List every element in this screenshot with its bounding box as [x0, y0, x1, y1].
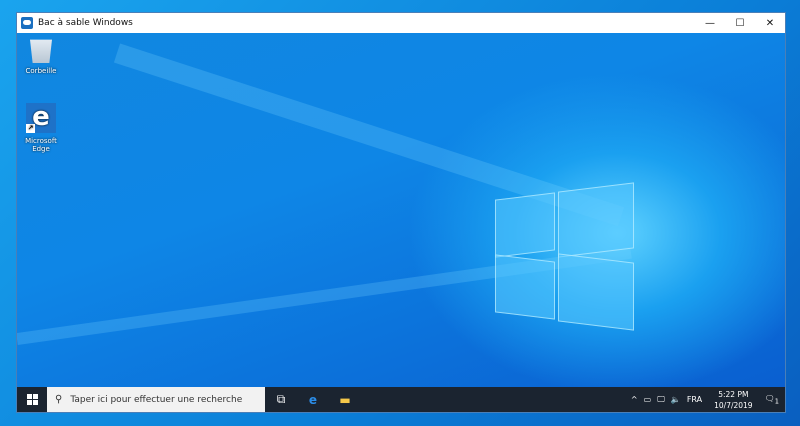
- clock-time: 5:22 PM: [718, 389, 749, 399]
- notification-count: 1: [774, 397, 779, 406]
- minimize-button[interactable]: —: [695, 18, 725, 29]
- recycle-bin-icon: [30, 39, 52, 63]
- search-box[interactable]: ⚲ Taper ici pour effectuer une recherche: [47, 387, 265, 412]
- windows-logo-pane: [495, 192, 555, 258]
- task-view-button[interactable]: ⧉: [265, 392, 297, 407]
- title-bar[interactable]: Bac à sable Windows — ☐ ✕: [17, 13, 785, 33]
- volume-icon[interactable]: 🔈: [671, 395, 681, 404]
- search-placeholder: Taper ici pour effectuer une recherche: [70, 394, 243, 405]
- windows-logo-pane: [558, 253, 634, 331]
- edge-icon: e ↗: [26, 103, 56, 133]
- start-button[interactable]: [17, 387, 47, 412]
- notification-center-icon[interactable]: 🗨1: [765, 394, 779, 406]
- search-icon: ⚲: [55, 394, 63, 405]
- show-hidden-icons-button[interactable]: ^: [631, 395, 638, 404]
- taskbar: ⚲ Taper ici pour effectuer une recherche …: [17, 387, 785, 412]
- maximize-button[interactable]: ☐: [725, 18, 755, 29]
- desktop-icon-label: Corbeille: [25, 67, 57, 75]
- window-title: Bac à sable Windows: [38, 18, 133, 28]
- desktop-icon-edge[interactable]: e ↗ Microsoft Edge: [21, 103, 61, 153]
- desktop-icon-label: Microsoft Edge: [25, 137, 57, 153]
- windows-logo-pane: [495, 254, 555, 320]
- network-icon[interactable]: 🖵: [657, 395, 665, 405]
- desktop-icon-recycle-bin[interactable]: Corbeille: [21, 37, 61, 75]
- shortcut-arrow-icon: ↗: [26, 124, 35, 133]
- close-button[interactable]: ✕: [755, 18, 785, 29]
- battery-icon[interactable]: ▭: [644, 395, 652, 404]
- clock[interactable]: 5:22 PM 10/7/2019: [714, 389, 752, 411]
- system-tray: ^ ▭ 🖵 🔈 FRA 5:22 PM 10/7/2019 🗨1: [631, 389, 785, 411]
- windows-icon: [26, 394, 38, 405]
- sandbox-icon: [21, 17, 33, 29]
- desktop: Corbeille e ↗ Microsoft Edge: [17, 33, 785, 388]
- windows-logo-pane: [558, 182, 634, 258]
- edge-taskbar-button[interactable]: e: [297, 393, 329, 407]
- sandbox-window: Bac à sable Windows — ☐ ✕ Corbeille e ↗ M…: [16, 12, 786, 413]
- file-explorer-button[interactable]: ▬: [329, 393, 361, 407]
- clock-date: 10/7/2019: [714, 400, 753, 410]
- language-indicator[interactable]: FRA: [687, 395, 702, 404]
